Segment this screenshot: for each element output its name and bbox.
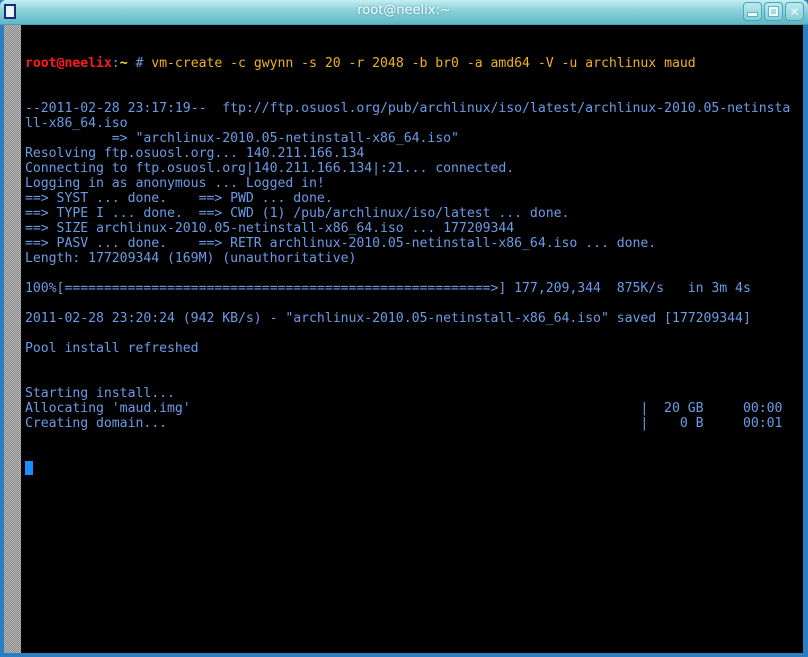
prompt-dir: ~ [119,56,128,71]
output-lines: --2011-02-28 23:17:19-- ftp://ftp.osuosl… [25,101,803,431]
output-line: Starting install... [25,386,175,401]
cursor-line [25,461,803,476]
output-line: Allocating 'maud.img' | 20 GB 00:00 [25,401,783,416]
prompt-colon: : [111,56,120,71]
output-line: Logging in as anonymous ... Logged in! [25,176,325,191]
close-button[interactable]: ✕ [785,2,804,21]
output-line: => "archlinux-2010.05-netinstall-x86_64.… [25,131,459,146]
window-controls: ✕ [743,2,804,21]
terminal-screen[interactable]: root@neelix:~ # vm-create -c gwynn -s 20… [25,26,803,653]
output-line: 100%[===================================… [25,281,751,296]
command-text: vm-create -c gwynn -s 20 -r 2048 -b br0 … [151,56,696,71]
scrollbar-thumb[interactable] [4,25,21,653]
minimize-icon [747,12,758,17]
terminal-window: root@neelix:~ ✕ root@neelix:~ # vm-creat… [0,0,808,657]
output-line: Creating domain... | 0 B 00:01 [25,416,783,431]
window-title: root@neelix:~ [357,3,451,18]
title-bar[interactable]: root@neelix:~ ✕ [0,0,808,25]
text-cursor [25,461,33,475]
maximize-icon [768,6,779,17]
prompt-line: root@neelix:~ # vm-create -c gwynn -s 20… [25,56,803,71]
output-line: Length: 177209344 (169M) (unauthoritativ… [25,251,357,266]
output-line: ==> TYPE I ... done. ==> CWD (1) /pub/ar… [25,206,570,221]
scrollbar[interactable] [4,25,21,653]
output-line: ==> SIZE archlinux-2010.05-netinstall-x8… [25,221,515,236]
prompt-hash: # [127,56,152,71]
close-icon: ✕ [789,4,800,19]
prompt-user-host: root@neelix [25,56,112,71]
output-line: ==> SYST ... done. ==> PWD ... done. [25,191,333,206]
output-line: --2011-02-28 23:17:19-- ftp://ftp.osuosl… [25,101,791,116]
output-line: 2011-02-28 23:20:24 (942 KB/s) - "archli… [25,311,751,326]
output-line: Resolving ftp.osuosl.org... 140.211.166.… [25,146,365,161]
output-line: Connecting to ftp.osuosl.org|140.211.166… [25,161,515,176]
output-line: ==> PASV ... done. ==> RETR archlinux-20… [25,236,657,251]
maximize-button[interactable] [764,2,783,21]
output-line: Pool install refreshed [25,341,199,356]
output-line: ll-x86_64.iso [25,116,128,131]
terminal-area[interactable]: root@neelix:~ # vm-create -c gwynn -s 20… [4,25,803,653]
minimize-button[interactable] [743,2,762,21]
